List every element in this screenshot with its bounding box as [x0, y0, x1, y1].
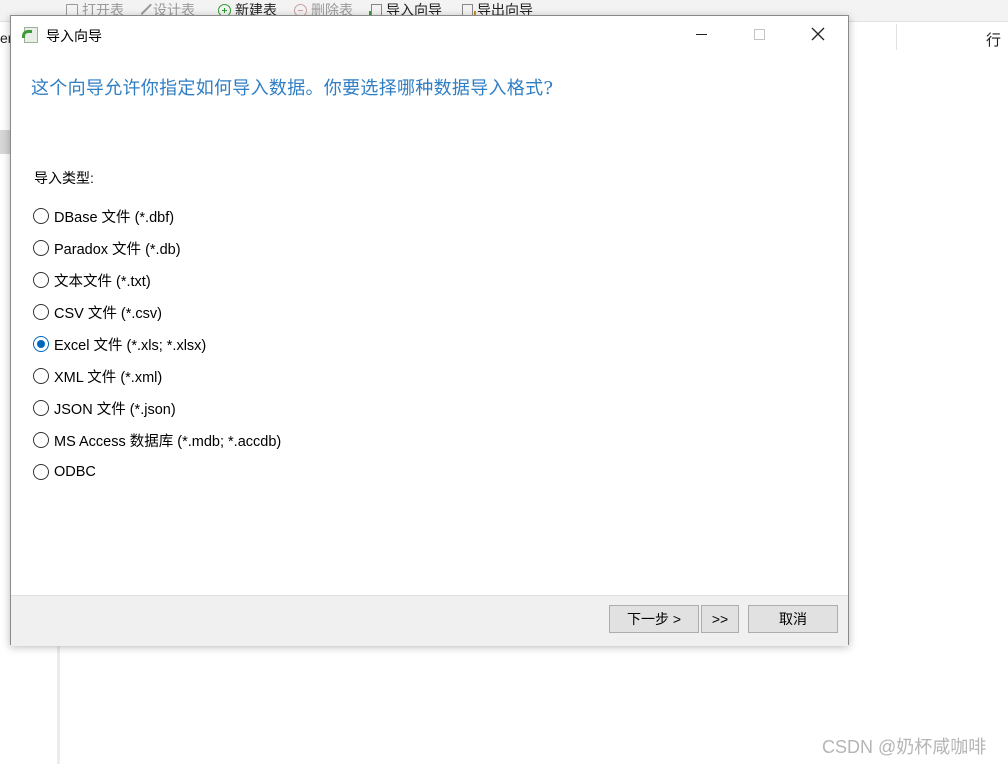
option-excel[interactable]: Excel 文件 (*.xls; *.xlsx): [33, 328, 281, 360]
wizard-question: 这个向导允许你指定如何导入数据。你要选择哪种数据导入格式?: [31, 78, 554, 99]
import-wizard-icon: [22, 26, 40, 44]
dialog-titlebar[interactable]: 导入向导: [11, 16, 848, 52]
option-json[interactable]: JSON 文件 (*.json): [33, 392, 281, 424]
dialog-title: 导入向导: [46, 28, 102, 44]
close-icon: [811, 27, 825, 41]
radio-ms-access[interactable]: [33, 432, 49, 448]
option-label: CSV 文件 (*.csv): [54, 305, 162, 322]
background-divider: [57, 640, 60, 764]
import-type-options: DBase 文件 (*.dbf) Paradox 文件 (*.db) 文本文件 …: [33, 200, 281, 488]
option-label: JSON 文件 (*.json): [54, 401, 176, 418]
option-label: DBase 文件 (*.dbf): [54, 209, 175, 226]
dialog-footer: 下一步 > >> 取消: [11, 595, 848, 646]
radio-paradox[interactable]: [33, 240, 49, 256]
background-selected-row: [0, 130, 10, 154]
option-label: Excel 文件 (*.xls; *.xlsx): [54, 337, 207, 354]
option-label: 文本文件 (*.txt): [54, 273, 151, 290]
option-label: ODBC: [54, 464, 96, 480]
minimize-icon: [695, 33, 707, 35]
import-wizard-dialog: 导入向导 这个向导允许你指定如何导入数据。你要选择哪种数据导入格式? 导入类型:…: [10, 15, 849, 646]
next-button[interactable]: 下一步 >: [609, 605, 699, 633]
option-label: XML 文件 (*.xml): [54, 369, 163, 386]
radio-dbase[interactable]: [33, 208, 49, 224]
radio-excel[interactable]: [33, 336, 49, 352]
option-text[interactable]: 文本文件 (*.txt): [33, 264, 281, 296]
background-column-divider: [896, 24, 897, 50]
radio-csv[interactable]: [33, 304, 49, 320]
option-label: MS Access 数据库 (*.mdb; *.accdb): [54, 433, 282, 450]
option-dbase[interactable]: DBase 文件 (*.dbf): [33, 200, 281, 232]
radio-odbc[interactable]: [33, 464, 49, 480]
background-row-label: 行: [986, 32, 1002, 49]
radio-xml[interactable]: [33, 368, 49, 384]
watermark: CSDN @奶杯咸咖啡: [822, 737, 987, 757]
close-button[interactable]: [789, 16, 847, 52]
option-ms-access[interactable]: MS Access 数据库 (*.mdb; *.accdb): [33, 424, 281, 456]
fast-forward-button[interactable]: >>: [701, 605, 739, 633]
minimize-button[interactable]: [672, 16, 730, 52]
option-csv[interactable]: CSV 文件 (*.csv): [33, 296, 281, 328]
maximize-icon: [753, 28, 765, 40]
maximize-button: [730, 16, 788, 52]
import-type-label: 导入类型:: [34, 170, 94, 186]
option-label: Paradox 文件 (*.db): [54, 241, 181, 258]
option-paradox[interactable]: Paradox 文件 (*.db): [33, 232, 281, 264]
radio-json[interactable]: [33, 400, 49, 416]
option-xml[interactable]: XML 文件 (*.xml): [33, 360, 281, 392]
option-odbc[interactable]: ODBC: [33, 456, 281, 488]
radio-text[interactable]: [33, 272, 49, 288]
cancel-button[interactable]: 取消: [748, 605, 838, 633]
